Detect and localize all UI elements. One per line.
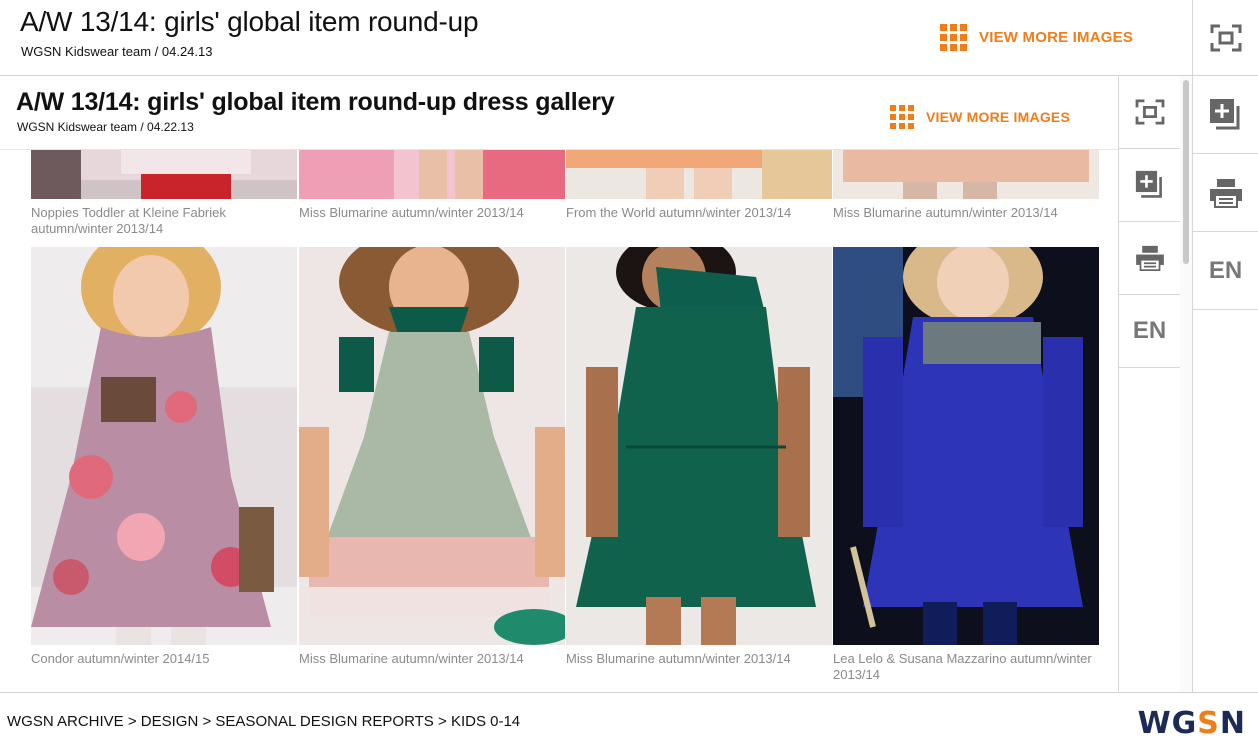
gallery-photo[interactable] [566,247,832,645]
gallery-caption: Condor autumn/winter 2014/15 [31,651,210,666]
outer-fullscreen-button[interactable] [1193,0,1258,76]
breadcrumb-separator: > [198,713,216,730]
outer-print-button[interactable] [1193,154,1258,232]
inner-print-button[interactable] [1119,222,1180,295]
gallery-item[interactable]: Miss Blumarine autumn/winter 2013/14 [299,247,565,667]
logo-text-n: N [1219,706,1246,741]
gallery-scrollbar[interactable] [1180,76,1192,692]
breadcrumb: WGSN ARCHIVE > DESIGN > SEASONAL DESIGN … [7,713,520,730]
outer-byline: WGSN Kidswear team / 04.24.13 [21,44,213,59]
grid-icon [890,105,914,129]
inner-view-more-images-button[interactable]: VIEW MORE IMAGES [890,105,1070,129]
gallery-photo[interactable] [31,150,297,199]
outer-header: A/W 13/14: girls' global item round-up W… [0,0,1192,76]
grid-icon [940,24,967,51]
breadcrumb-wgsn-archive[interactable]: WGSN ARCHIVE [7,713,124,730]
gallery-caption: Miss Blumarine autumn/winter 2013/14 [833,205,1058,220]
breadcrumb-separator: > [123,713,141,730]
logo-text-wg: WG [1137,706,1198,741]
gallery-caption: Lea Lelo & Susana Mazzarino autumn/winte… [833,651,1092,682]
view-more-images-label: VIEW MORE IMAGES [979,29,1134,46]
gallery-item[interactable]: Noppies Toddler at Kleine Fabriek autumn… [31,150,297,237]
logo-text-s: S [1197,706,1220,741]
outer-report-title: A/W 13/14: girls' global item round-up [20,6,479,37]
inner-add-to-board-button[interactable] [1119,149,1180,222]
gallery-item[interactable]: Lea Lelo & Susana Mazzarino autumn/winte… [833,247,1099,683]
gallery-caption: Miss Blumarine autumn/winter 2013/14 [299,205,524,220]
gallery-caption: From the World autumn/winter 2013/14 [566,205,792,220]
gallery-photo[interactable] [833,150,1099,199]
gallery-item[interactable]: Condor autumn/winter 2014/15 [31,247,297,667]
inner-language-button[interactable]: EN [1119,295,1180,368]
print-icon [1209,178,1242,208]
gallery-title: A/W 13/14: girls' global item round-up d… [16,88,615,116]
gallery-caption: Miss Blumarine autumn/winter 2013/14 [299,651,524,666]
footer: WGSN ARCHIVE > DESIGN > SEASONAL DESIGN … [0,692,1258,744]
scrollbar-thumb[interactable] [1183,80,1189,264]
gallery-photo[interactable] [299,150,565,199]
gallery-photo[interactable] [833,247,1099,645]
outer-sidebar: EN [1192,0,1258,692]
breadcrumb-separator: > [433,713,451,730]
inner-sidebar: EN [1118,76,1180,692]
wgsn-logo[interactable]: WGSN [1138,706,1246,741]
breadcrumb-seasonal-design-reports[interactable]: SEASONAL DESIGN REPORTS [215,713,433,730]
gallery-item[interactable]: Miss Blumarine autumn/winter 2013/14 [833,150,1099,221]
gallery-item[interactable]: From the World autumn/winter 2013/14 [566,150,832,221]
gallery-photo[interactable] [566,150,832,199]
gallery-byline: WGSN Kidswear team / 04.22.13 [17,120,194,134]
fullscreen-icon [1210,24,1241,51]
gallery-item[interactable]: Miss Blumarine autumn/winter 2013/14 [566,247,832,667]
outer-add-to-board-button[interactable] [1193,76,1258,154]
inner-header: A/W 13/14: girls' global item round-up d… [0,76,1118,150]
gallery-caption: Noppies Toddler at Kleine Fabriek autumn… [31,205,226,236]
gallery-item[interactable]: Miss Blumarine autumn/winter 2013/14 [299,150,565,221]
print-icon [1135,245,1164,271]
gallery-photo[interactable] [299,247,565,645]
add-to-board-icon [1209,98,1239,129]
gallery-caption: Miss Blumarine autumn/winter 2013/14 [566,651,791,666]
fullscreen-icon [1135,99,1164,125]
add-to-board-icon [1135,170,1162,198]
gallery-photo[interactable] [31,247,297,645]
outer-view-more-images-button[interactable]: VIEW MORE IMAGES [940,24,1133,51]
view-more-images-label: VIEW MORE IMAGES [926,109,1070,125]
outer-language-button[interactable]: EN [1193,232,1258,310]
dress-gallery: Noppies Toddler at Kleine Fabriek autumn… [0,150,1118,692]
breadcrumb-kids[interactable]: KIDS 0-14 [451,713,520,730]
inner-fullscreen-button[interactable] [1119,76,1180,149]
breadcrumb-design[interactable]: DESIGN [141,713,199,730]
